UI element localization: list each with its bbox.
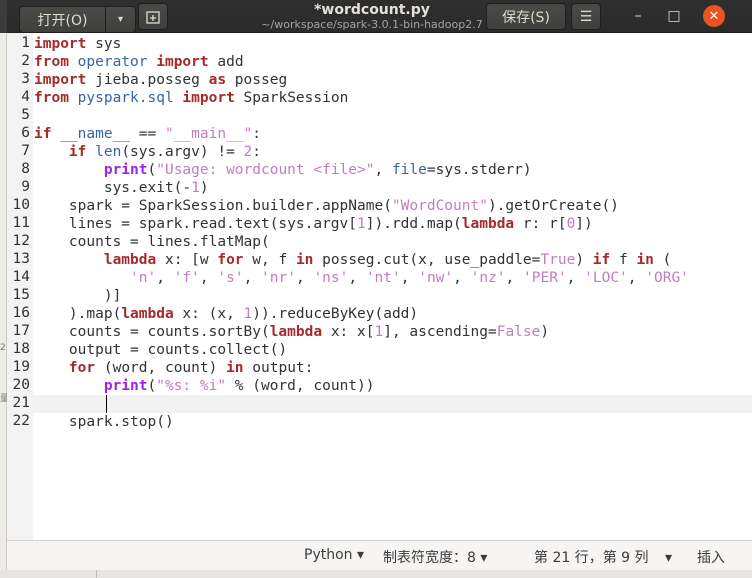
- minimize-button[interactable]: –: [629, 8, 647, 24]
- maximize-button[interactable]: □: [665, 8, 683, 24]
- close-icon: ✕: [708, 8, 720, 24]
- code-line: counts = lines.flatMap(: [34, 234, 270, 250]
- text-cursor: [106, 395, 107, 413]
- line-number: 7: [21, 143, 30, 159]
- current-line-highlight: [33, 395, 752, 413]
- status-bar: Python ▾ 制表符宽度：8 ▾ 第 21 行，第 9 列 ▾ 插入: [7, 540, 752, 570]
- open-button[interactable]: 打开(O): [19, 6, 106, 33]
- line-number: 10: [12, 197, 30, 213]
- line-number: 5: [21, 107, 30, 123]
- cursor-position-selector[interactable]: 第 21 行，第 9 列 ▾: [534, 547, 672, 567]
- chevron-down-icon: ▾: [664, 550, 673, 566]
- code-line: lambda x: [w for w, f in posseg.cut(x, u…: [103, 252, 672, 268]
- code-line: output = counts.collect(): [34, 342, 288, 358]
- tab-width-label: 制表符宽度：8: [383, 550, 476, 566]
- line-number: 2: [21, 53, 30, 69]
- chevron-down-icon: ▾: [117, 14, 124, 25]
- close-button[interactable]: ✕: [703, 5, 725, 27]
- line-number: 22: [12, 413, 30, 429]
- save-button-label: 保存(S): [502, 9, 550, 26]
- header-bar: 打开(O) ▾ *wordcount.py ~/workspace/spark-…: [7, 0, 752, 33]
- minimize-icon: –: [634, 8, 642, 24]
- hamburger-menu-button[interactable]: ☰: [571, 3, 601, 30]
- code-line: spark.stop(): [34, 414, 174, 430]
- line-number: 14: [12, 269, 30, 285]
- code-line: )]: [34, 288, 122, 304]
- line-number: 17: [12, 323, 30, 339]
- language-selector[interactable]: Python ▾: [304, 547, 364, 563]
- code-line: for (word, count) in output:: [68, 360, 314, 376]
- maximize-icon: □: [667, 8, 681, 24]
- code-line: if len(sys.argv) != 2:: [68, 144, 262, 160]
- bottom-separator: [96, 570, 97, 578]
- code-line: ).map(lambda x: (x, 1)).reduceByKey(add): [34, 306, 419, 322]
- line-number-gutter: 1 2 3 4 5 6 7 8 9 10 11 12 13 14 15 16 17 18 19 20 21 22: [7, 33, 33, 540]
- sidebar-mark: 2: [0, 343, 6, 353]
- code-line: import jieba.posseg as posseg: [34, 72, 288, 88]
- code-line: if __name__ == "__main__":: [34, 126, 262, 142]
- line-number: 9: [21, 179, 30, 195]
- language-label: Python: [304, 547, 353, 563]
- line-number: 13: [12, 251, 30, 267]
- line-number: 15: [12, 287, 30, 303]
- insert-mode-indicator[interactable]: 插入: [697, 547, 725, 567]
- code-line: print("%s: %i" % (word, count)): [103, 378, 375, 394]
- code-line: spark = SparkSession.builder.appName("Wo…: [34, 198, 619, 214]
- line-number: 18: [12, 341, 30, 357]
- line-number: 8: [21, 161, 30, 177]
- code-line: 'n', 'f', 's', 'nr', 'ns', 'nt', 'nw', '…: [130, 270, 689, 286]
- insert-mode-label: 插入: [697, 550, 725, 566]
- chevron-down-icon: ▾: [480, 550, 488, 566]
- open-dropdown-button[interactable]: ▾: [105, 6, 136, 33]
- code-line: print("Usage: wordcount <file>", file=sy…: [103, 162, 532, 178]
- line-number: 20: [12, 377, 30, 393]
- bottom-panel-edge: [0, 570, 752, 578]
- new-tab-icon: [146, 10, 160, 24]
- line-number: 21: [12, 395, 30, 411]
- new-tab-button[interactable]: [138, 3, 168, 30]
- line-number: 11: [12, 215, 30, 231]
- code-line: from pyspark.sql import SparkSession: [34, 90, 349, 106]
- line-number: 4: [21, 89, 30, 105]
- code-line: import sys: [34, 36, 122, 52]
- code-line: lines = spark.read.text(sys.argv[1]).rdd…: [34, 216, 593, 232]
- line-number: 6: [21, 125, 30, 141]
- left-sidebar-strip: 2 量: [0, 33, 9, 578]
- chevron-down-icon: ▾: [356, 547, 365, 563]
- code-line: counts = counts.sortBy(lambda x: x[1], a…: [34, 324, 550, 340]
- line-number: 16: [12, 305, 30, 321]
- tab-width-selector[interactable]: 制表符宽度：8 ▾: [383, 547, 487, 567]
- cursor-position-label: 第 21 行，第 9 列: [534, 550, 649, 566]
- line-number: 3: [21, 71, 30, 87]
- open-button-label: 打开(O): [37, 12, 88, 29]
- line-number: 1: [21, 35, 30, 51]
- menu-icon: ☰: [579, 8, 593, 25]
- line-number: 12: [12, 233, 30, 249]
- save-button[interactable]: 保存(S): [486, 3, 566, 30]
- open-button-group: 打开(O) ▾: [19, 3, 137, 33]
- line-number: 19: [12, 359, 30, 375]
- code-line: sys.exit(-1): [34, 180, 209, 196]
- code-line: from operator import add: [34, 54, 244, 70]
- code-editor[interactable]: 1 2 3 4 5 6 7 8 9 10 11 12 13 14 15 16 17 18 19 20 21 22 impo…: [7, 33, 752, 540]
